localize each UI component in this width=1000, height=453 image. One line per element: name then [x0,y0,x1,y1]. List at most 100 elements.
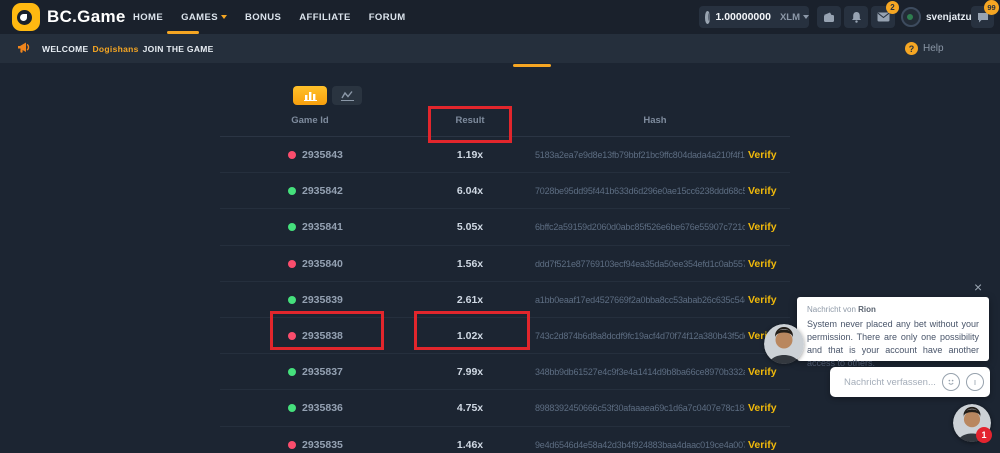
chat-input[interactable]: Nachricht verfassen... ı [830,367,990,397]
trend-line-icon [341,90,354,101]
welcome-username[interactable]: Dogishans [92,44,138,54]
col-header-game-id: Game Id [275,115,345,126]
result-value: 1.56x [435,258,505,270]
chevron-down-icon [221,15,227,19]
hash-value: 348bb9db61527e4c9f3e4a1414d9b8ba66ce8970… [535,367,745,377]
unread-count-badge: 1 [976,427,992,443]
message-text: System never placed any bet without your… [807,318,979,370]
status-dot [288,332,296,340]
message-sender: Rion [858,305,876,314]
coin-icon [705,11,710,24]
hash-value: 5183a2ea7e9d8e13fb79bbf21bc9ffc804dada4a… [535,150,745,160]
balance-selector[interactable]: 1.00000000 XLM [699,6,809,28]
chevron-down-icon [803,15,809,19]
nav-affiliate[interactable]: AFFILIATE [299,12,350,23]
game-id: 2935841 [302,221,343,233]
game-id: 2935839 [302,294,343,306]
result-value: 1.02x [435,330,505,342]
status-dot [288,260,296,268]
status-dot [288,296,296,304]
balance-currency: XLM [780,12,800,23]
welcome-bar: WELCOME Dogishans JOIN THE GAME ? Help [0,34,1000,63]
help-button[interactable]: ? Help [905,42,944,55]
table-row: 2935842 6.04x 7028be95dd95f441b633d6d296… [220,173,790,209]
status-dot [288,404,296,412]
hash-value: 9e4d6546d4e58a42d3b4f924883baa4daac019ce… [535,440,745,450]
result-value: 1.19x [435,149,505,161]
nav-forum[interactable]: FORUM [369,12,406,23]
user-avatar[interactable] [901,7,921,27]
nav-home[interactable]: HOME [133,12,163,23]
wallet-icon [823,12,835,23]
status-dot [288,187,296,195]
hash-value: 6bffc2a59159d2060d0abc85f526e6be676e5590… [535,222,745,232]
status-dot [288,223,296,231]
game-id: 2935840 [302,258,343,270]
hash-value: 7028be95dd95f441b633d6d296e0ae15cc6238dd… [535,186,745,196]
verify-link[interactable]: Verify [748,185,777,197]
bell-icon [851,11,862,23]
envelope-icon [877,12,890,22]
nav-games[interactable]: GAMES [181,12,227,23]
table-header: Game Id Result Hash [220,106,790,137]
wallet-button[interactable] [817,6,841,28]
hash-value: 8988392450666c53f30afaaaea69c1d6a7c0407e… [535,403,745,413]
table-row: 2935841 5.05x 6bffc2a59159d2060d0abc85f5… [220,209,790,245]
table-row: 2935837 7.99x 348bb9db61527e4c9f3e4a1414… [220,354,790,390]
table-row: 2935835 1.46x 9e4d6546d4e58a42d3b4f92488… [220,427,790,453]
result-value: 5.05x [435,221,505,233]
verify-link[interactable]: Verify [748,439,777,451]
hash-value: a1bb0eaaf17ed4527669f2a0bba8cc53abab26c6… [535,295,745,305]
chat-message-card: Nachricht von Rion System never placed a… [797,297,989,361]
top-header: BC.Game HOME GAMES BONUS AFFILIATE FORUM… [0,0,1000,34]
bcgame-page: BC.Game HOME GAMES BONUS AFFILIATE FORUM… [0,0,1000,453]
view-toggle [293,86,362,105]
balance-amount: 1.00000000 [715,11,770,23]
notifications-button[interactable] [844,6,868,28]
result-value: 4.75x [435,402,505,414]
megaphone-icon [17,41,32,54]
table-body: 2935843 1.19x 5183a2ea7e9d8e13fb79bbf21b… [220,137,790,453]
emoji-icon[interactable] [942,373,960,391]
chat-input-placeholder: Nachricht verfassen... [844,377,942,388]
help-label: Help [923,43,944,54]
info-icon[interactable]: ı [966,373,984,391]
welcome-suffix: JOIN THE GAME [143,44,214,54]
active-tab-indicator [513,64,551,67]
nav-bonus[interactable]: BONUS [245,12,281,23]
welcome-message: WELCOME Dogishans JOIN THE GAME [42,44,214,54]
bcgame-logo-icon[interactable] [12,3,40,31]
result-value: 1.46x [435,439,505,451]
result-value: 6.04x [435,185,505,197]
verify-link[interactable]: Verify [748,258,777,270]
close-icon[interactable]: × [974,279,982,295]
game-id: 2935837 [302,366,343,378]
verify-link[interactable]: Verify [748,221,777,233]
game-id: 2935836 [302,402,343,414]
col-header-result: Result [435,115,505,126]
verify-link[interactable]: Verify [748,149,777,161]
message-from: Nachricht von Rion [807,305,979,314]
hash-value: ddd7f521e87769103ecf94ea35da50ee354efd1c… [535,259,745,269]
bar-chart-icon [304,90,317,101]
status-dot [288,441,296,449]
main-nav: HOME GAMES BONUS AFFILIATE FORUM [133,12,406,23]
table-row: 2935836 4.75x 8988392450666c53f30afaaaea… [220,390,790,426]
tab-list-view[interactable] [293,86,327,105]
table-row: 2935840 1.56x ddd7f521e87769103ecf94ea35… [220,246,790,282]
result-value: 2.61x [435,294,505,306]
verify-link[interactable]: Verify [748,366,777,378]
verify-link[interactable]: Verify [748,402,777,414]
game-results-table: Game Id Result Hash 2935843 1.19x 5183a2… [220,106,790,453]
result-value: 7.99x [435,366,505,378]
brand-title[interactable]: BC.Game [47,7,126,27]
game-id: 2935838 [302,330,343,342]
col-header-hash: Hash [610,115,700,126]
table-row: 2935839 2.61x a1bb0eaaf17ed4527669f2a0bb… [220,282,790,318]
tab-trend-view[interactable] [332,86,362,105]
help-icon: ? [905,42,918,55]
verify-link[interactable]: Verify [748,294,777,306]
status-dot [288,368,296,376]
nav-games-label: GAMES [181,12,218,23]
game-id: 2935842 [302,185,343,197]
